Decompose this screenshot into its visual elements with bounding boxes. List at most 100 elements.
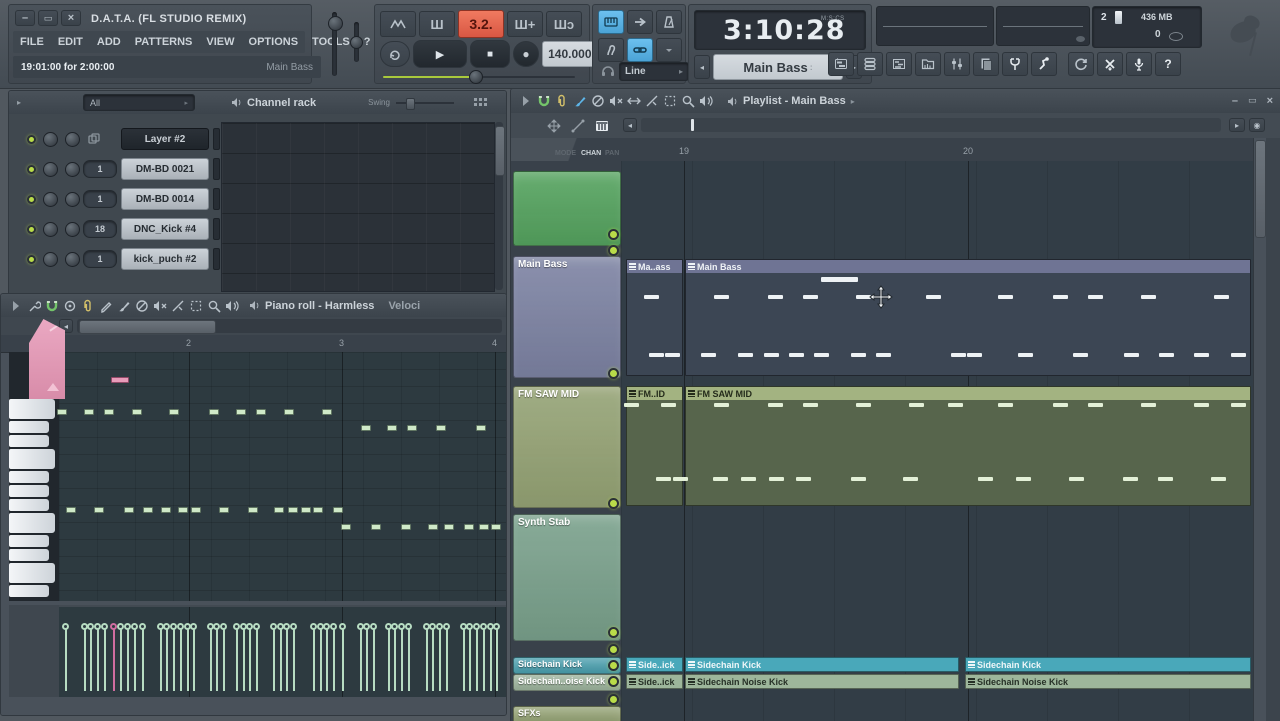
shuffle-slider[interactable] xyxy=(383,73,579,81)
playlist-track-header[interactable] xyxy=(513,171,621,246)
layer-icon[interactable] xyxy=(87,132,101,146)
piano-roll-note[interactable] xyxy=(124,507,134,513)
piano-key[interactable] xyxy=(9,421,49,433)
wrench-icon[interactable] xyxy=(27,299,41,313)
piano-roll-note[interactable] xyxy=(371,524,381,530)
piano-key[interactable] xyxy=(9,449,55,469)
playlist-track-header[interactable]: Sidechain..oise Kick xyxy=(513,674,621,691)
pattern-song-mode-button[interactable] xyxy=(380,11,416,37)
mixer-button[interactable] xyxy=(944,52,970,76)
piano-roll-note[interactable] xyxy=(104,409,114,415)
piano-roll-note[interactable] xyxy=(256,409,266,415)
playlist-track-header[interactable]: FM SAW MID xyxy=(513,386,621,508)
playlist-close-button[interactable]: × xyxy=(1267,96,1273,107)
dragged-note-dash[interactable] xyxy=(821,277,858,282)
channel-display-value[interactable]: 1 xyxy=(83,250,117,268)
playlist-maximize-button[interactable]: ▭ xyxy=(1248,96,1257,107)
channel-display-value[interactable]: 18 xyxy=(83,220,117,238)
piano-roll-note[interactable] xyxy=(333,507,343,513)
track-enable-led[interactable] xyxy=(608,660,619,671)
audio-input-select[interactable]: Line ▸ xyxy=(619,62,689,81)
piano-roll-note[interactable] xyxy=(341,524,351,530)
slice-icon[interactable] xyxy=(645,94,659,108)
piano-roll-note[interactable] xyxy=(401,524,411,530)
piano-key[interactable] xyxy=(9,513,55,533)
channel-enable-led[interactable] xyxy=(27,165,36,174)
clip-menu-icon[interactable] xyxy=(688,390,695,397)
track-enable-led[interactable] xyxy=(608,627,619,638)
piano-key[interactable] xyxy=(9,549,49,561)
channel-filter-select[interactable]: All ▸ xyxy=(83,94,195,111)
piano-key[interactable] xyxy=(9,535,49,547)
piano-roll-note[interactable] xyxy=(94,507,104,513)
clip-menu-icon[interactable] xyxy=(629,390,636,397)
playlist-title-arrow[interactable]: ▸ xyxy=(851,97,855,106)
record-loop-toggle[interactable] xyxy=(380,41,410,67)
menu-arrow-icon[interactable] xyxy=(9,299,23,313)
clip-menu-icon[interactable] xyxy=(629,661,636,668)
piano-roll-note[interactable] xyxy=(219,507,229,513)
piano-roll-note[interactable] xyxy=(66,507,76,513)
zoom-icon[interactable] xyxy=(207,299,221,313)
plugin-picker-button[interactable] xyxy=(973,52,999,76)
pattern-clip[interactable]: Sidechain Noise Kick xyxy=(965,674,1251,689)
piano-roll-button[interactable] xyxy=(886,52,912,76)
stop-button[interactable]: ■ xyxy=(470,40,510,68)
playlist-vscrollbar[interactable] xyxy=(1253,138,1266,721)
piano-key[interactable] xyxy=(9,485,49,497)
blend-notes-button[interactable]: Ш+ xyxy=(507,11,543,37)
swing-slider[interactable] xyxy=(396,98,454,108)
playback-icon[interactable] xyxy=(699,94,713,108)
paint-active-icon[interactable] xyxy=(573,94,587,108)
slash-icon[interactable] xyxy=(135,299,149,313)
menu-patterns[interactable]: PATTERNS xyxy=(128,33,200,51)
track-enable-led[interactable] xyxy=(608,676,619,687)
pattern-clip[interactable]: Sidechain Kick xyxy=(965,657,1251,672)
piano-roll-note[interactable] xyxy=(407,425,417,431)
track-enable-led[interactable] xyxy=(608,245,619,256)
piano-roll-note[interactable] xyxy=(284,409,294,415)
channel-rack-button[interactable] xyxy=(857,52,883,76)
piano-roll-note[interactable] xyxy=(248,507,258,513)
rack-scrollbar[interactable] xyxy=(495,122,503,290)
line-tool-icon[interactable] xyxy=(571,119,585,133)
channel-enable-led[interactable] xyxy=(27,135,36,144)
close-button[interactable]: × xyxy=(61,10,81,26)
piano-roll-note[interactable] xyxy=(84,409,94,415)
playlist-button[interactable] xyxy=(828,52,854,76)
piano-roll-target-control[interactable]: Veloci xyxy=(388,300,420,312)
piano-roll-note[interactable] xyxy=(209,409,219,415)
playlist-track-header[interactable]: SFXs xyxy=(513,706,621,721)
track-enable-led[interactable] xyxy=(608,498,619,509)
channel-button[interactable]: DM-BD 0014 xyxy=(121,188,209,210)
slip-icon[interactable] xyxy=(627,94,641,108)
menu-add[interactable]: ADD xyxy=(90,33,128,51)
paperclip-icon[interactable] xyxy=(81,299,95,313)
piano-roll-timeline[interactable]: 234 xyxy=(1,335,506,353)
track-enable-led[interactable] xyxy=(608,694,619,705)
channel-button[interactable]: kick_puch #2 xyxy=(121,248,209,270)
selected-note[interactable] xyxy=(111,377,129,383)
channel-pan-knob[interactable] xyxy=(43,162,58,177)
stamp-icon[interactable] xyxy=(63,299,77,313)
playlist-zoom-fit-button[interactable]: ◉ xyxy=(1249,118,1265,132)
piano-key[interactable] xyxy=(9,585,49,597)
track-enable-led[interactable] xyxy=(608,229,619,240)
channel-volume-knob[interactable] xyxy=(65,162,80,177)
piano-roll-note[interactable] xyxy=(313,507,323,513)
magnet-icon[interactable] xyxy=(45,299,59,313)
playlist-scroll-right-button[interactable]: ▸ xyxy=(1229,118,1245,132)
time-display[interactable]: 3:10:28 M:S:CS xyxy=(694,10,866,50)
velocity-lane[interactable] xyxy=(59,605,506,699)
piano-roll-note[interactable] xyxy=(491,524,501,530)
pattern-clip[interactable]: Sidechain Kick xyxy=(685,657,959,672)
channel-pan-knob[interactable] xyxy=(43,132,58,147)
channel-pan-knob[interactable] xyxy=(43,222,58,237)
piano-roll-note[interactable] xyxy=(479,524,489,530)
menu-tools[interactable]: TOOLS xyxy=(305,33,357,51)
playlist-minimize-button[interactable]: – xyxy=(1232,96,1238,107)
channel-volume-knob[interactable] xyxy=(65,252,80,267)
channel-enable-led[interactable] xyxy=(27,225,36,234)
oscilloscope-left[interactable] xyxy=(876,6,994,46)
menu-edit[interactable]: EDIT xyxy=(51,33,90,51)
